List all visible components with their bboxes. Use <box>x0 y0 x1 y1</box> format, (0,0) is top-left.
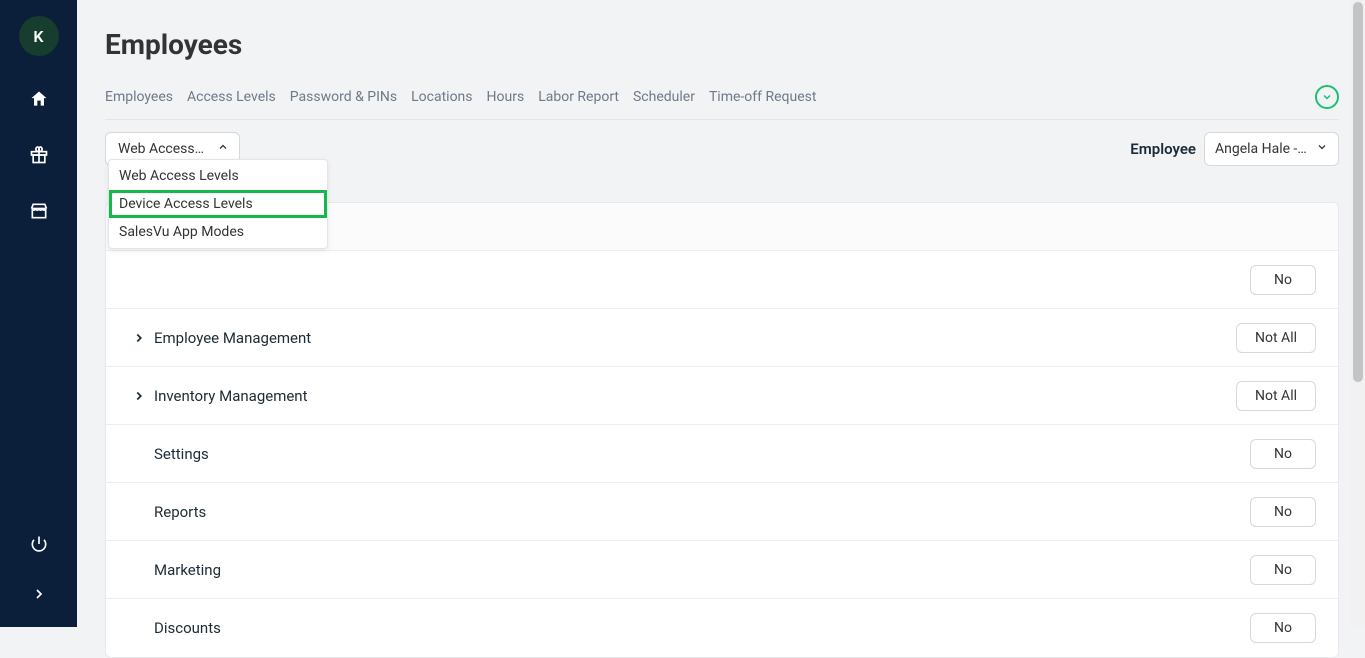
row-label: Discounts <box>154 619 221 637</box>
table-row: Inventory Management Not All <box>106 367 1338 425</box>
access-level-selected: Web Access Le... <box>118 141 224 157</box>
row-label: Marketing <box>154 561 221 579</box>
expand-sidebar-icon[interactable] <box>28 583 50 605</box>
access-level-option[interactable]: Device Access Levels <box>109 190 327 218</box>
employee-filter-label: Employee <box>1130 140 1196 158</box>
tab-locations[interactable]: Locations <box>411 89 472 105</box>
tab-labor-report[interactable]: Labor Report <box>538 89 619 105</box>
main: Employees Employees Access Levels Passwo… <box>77 0 1365 627</box>
row-label: Inventory Management <box>154 387 308 405</box>
sidebar-nav <box>28 88 50 222</box>
tab-access-levels[interactable]: Access Levels <box>187 89 276 105</box>
access-toggle[interactable]: Not All <box>1236 381 1316 411</box>
tab-timeoff[interactable]: Time-off Request <box>709 89 816 105</box>
tabbar: Employees Access Levels Password & PINs … <box>105 85 1339 120</box>
power-icon[interactable] <box>28 533 50 555</box>
table-row: Employee Management Not All <box>106 309 1338 367</box>
table-row: Settings No <box>106 425 1338 483</box>
chevron-up-icon <box>217 141 229 157</box>
access-level-option[interactable]: Web Access Levels <box>109 162 327 190</box>
sidebar-bottom <box>28 533 50 605</box>
scrollbar-thumb[interactable] <box>1353 2 1363 382</box>
chevron-right-icon[interactable] <box>128 389 150 403</box>
tab-scheduler[interactable]: Scheduler <box>633 89 695 105</box>
tab-hours[interactable]: Hours <box>487 89 525 105</box>
table-row: Marketing No <box>106 541 1338 599</box>
table-row: No <box>106 251 1338 309</box>
row-label: Settings <box>154 445 209 463</box>
tab-employees[interactable]: Employees <box>105 89 173 105</box>
scrollbar[interactable] <box>1351 0 1365 627</box>
access-level-menu: Web Access Levels Device Access Levels S… <box>108 159 328 249</box>
sidebar: K <box>0 0 77 627</box>
access-toggle[interactable]: No <box>1250 613 1316 643</box>
chevron-down-icon <box>1316 141 1328 157</box>
access-panel: No Employee Management Not All Inventory… <box>105 202 1339 658</box>
access-toggle[interactable]: No <box>1250 497 1316 527</box>
confirm-circle-icon[interactable] <box>1315 85 1339 109</box>
access-toggle[interactable]: No <box>1250 439 1316 469</box>
access-level-option[interactable]: SalesVu App Modes <box>109 218 327 246</box>
access-toggle[interactable]: No <box>1250 555 1316 585</box>
table-row: Reports No <box>106 483 1338 541</box>
avatar[interactable]: K <box>19 16 59 56</box>
chevron-right-icon[interactable] <box>128 331 150 345</box>
employee-select[interactable]: Angela Hale - C... <box>1204 132 1339 166</box>
store-icon[interactable] <box>28 200 50 222</box>
gift-icon[interactable] <box>28 144 50 166</box>
access-toggle[interactable]: Not All <box>1236 323 1316 353</box>
home-icon[interactable] <box>28 88 50 110</box>
access-toggle[interactable]: No <box>1250 265 1316 295</box>
row-label: Reports <box>154 503 206 521</box>
row-label: Employee Management <box>154 329 311 347</box>
employee-selected: Angela Hale - C... <box>1215 141 1321 157</box>
table-row: Discounts No <box>106 599 1338 657</box>
tab-password-pins[interactable]: Password & PINs <box>290 89 397 105</box>
page-title: Employees <box>105 28 1339 61</box>
